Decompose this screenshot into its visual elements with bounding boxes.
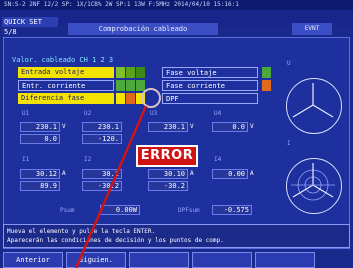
callout-pointer-line	[74, 105, 148, 268]
error-label: ERROR	[136, 145, 198, 167]
